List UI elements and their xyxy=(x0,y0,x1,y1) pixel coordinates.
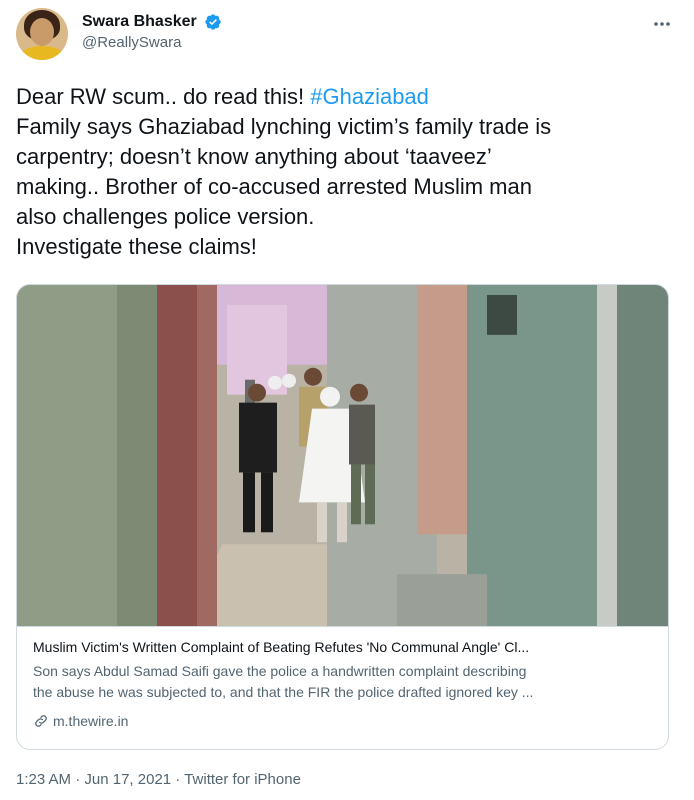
tweet-date[interactable]: Jun 17, 2021 xyxy=(84,771,171,788)
card-description: Son says Abdul Samad Saifi gave the poli… xyxy=(33,661,654,703)
card-body[interactable]: Muslim Victim's Written Complaint of Bea… xyxy=(17,627,668,749)
card-title[interactable]: Muslim Victim's Written Complaint of Bea… xyxy=(33,637,654,657)
tweet-line-3: carpentry; doesn’t know anything about ‘… xyxy=(16,144,492,169)
author-handle[interactable]: @ReallySwara xyxy=(82,33,222,53)
tweet-text: Dear RW scum.. do read this! #Ghaziabad … xyxy=(16,82,676,262)
author-display-name[interactable]: Swara Bhasker xyxy=(82,12,197,32)
meta-separator-1: · xyxy=(71,771,85,788)
tweet-line-4: making.. Brother of co-accused arrested … xyxy=(16,174,532,199)
meta-separator-2: · xyxy=(171,771,185,788)
tweet-line-5: also challenges police version. xyxy=(16,204,315,229)
more-options-icon[interactable] xyxy=(652,14,672,34)
card-description-line-2: the abuse he was subjected to, and that … xyxy=(33,684,534,700)
author-block[interactable]: Swara Bhasker @ReallySwara xyxy=(82,12,222,53)
tweet-line-1-text: Dear RW scum.. do read this! xyxy=(16,84,311,109)
card-domain-text[interactable]: m.thewire.in xyxy=(53,711,128,731)
tweet-source[interactable]: Twitter for iPhone xyxy=(184,771,301,788)
link-icon xyxy=(35,715,47,727)
tweet-timestamp[interactable]: 1:23 AM xyxy=(16,771,71,788)
article-image[interactable] xyxy=(17,285,669,627)
tweet-meta: 1:23 AM · Jun 17, 2021 · Twitter for iPh… xyxy=(16,770,301,790)
link-preview-card[interactable]: Muslim Victim's Written Complaint of Bea… xyxy=(16,284,669,750)
tweet-line-6: Investigate these claims! xyxy=(16,234,257,259)
tweet-line-1: Dear RW scum.. do read this! #Ghaziabad xyxy=(16,82,676,112)
verified-badge-icon xyxy=(205,14,221,30)
tweet-line-2: Family says Ghaziabad lynching victim’s … xyxy=(16,114,552,139)
hashtag-link[interactable]: #Ghaziabad xyxy=(310,84,429,109)
card-domain[interactable]: m.thewire.in xyxy=(33,711,654,731)
profile-avatar[interactable] xyxy=(16,8,68,60)
card-description-line-1: Son says Abdul Samad Saifi gave the poli… xyxy=(33,663,527,679)
tweet-header: Swara Bhasker @ReallySwara xyxy=(16,8,678,64)
